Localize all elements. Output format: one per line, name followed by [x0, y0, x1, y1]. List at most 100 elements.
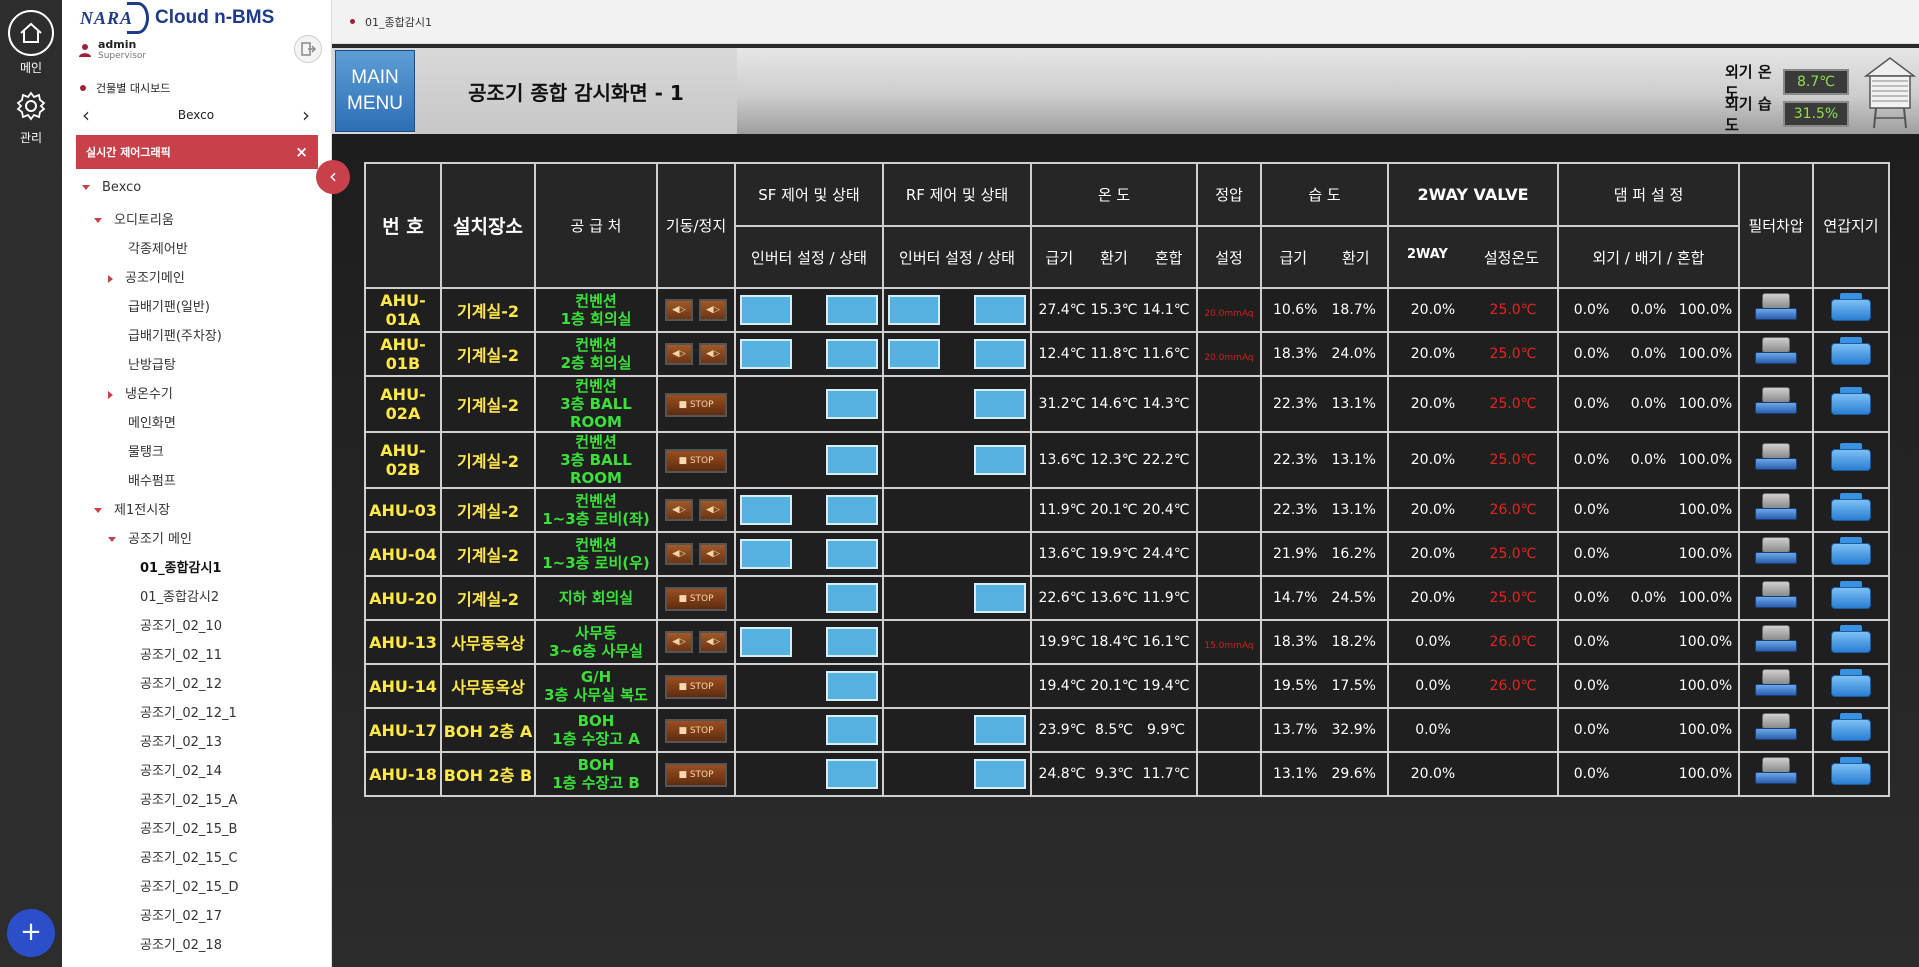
- home-nav[interactable]: 메인: [0, 10, 62, 76]
- filter-icon[interactable]: [1753, 623, 1799, 657]
- stop-button[interactable]: ■ STOP: [665, 448, 727, 473]
- filter-icon[interactable]: [1753, 711, 1799, 745]
- tree-item[interactable]: 각종제어반: [128, 238, 188, 257]
- filter-icon[interactable]: [1753, 291, 1799, 325]
- tree-item[interactable]: 오디토리움: [94, 209, 174, 228]
- humidifier-icon[interactable]: [1828, 335, 1874, 369]
- rf-inverter-status[interactable]: [974, 759, 1026, 789]
- tree-item[interactable]: 공조기_02_17: [140, 905, 222, 924]
- stop-button[interactable]: ◀▷: [699, 631, 727, 653]
- filter-icon[interactable]: [1753, 335, 1799, 369]
- sf-inverter-status[interactable]: [826, 759, 878, 789]
- rf-inverter-status[interactable]: [974, 445, 1026, 475]
- chevron-right-icon[interactable]: ›: [296, 103, 316, 127]
- tree-item[interactable]: 공조기_02_15_D: [140, 876, 238, 895]
- stop-button[interactable]: ■ STOP: [665, 674, 727, 699]
- tree-item[interactable]: 물탱크: [128, 441, 164, 460]
- chevron-left-icon[interactable]: ‹: [76, 103, 96, 127]
- filter-icon[interactable]: [1753, 491, 1799, 525]
- sf-inverter-setting[interactable]: [740, 339, 792, 369]
- tree-item[interactable]: 공조기_02_12_1: [140, 702, 237, 721]
- tree-item[interactable]: 공조기_02_11: [140, 644, 222, 663]
- tree-item[interactable]: 공조기_02_14: [140, 760, 222, 779]
- caret-down-icon[interactable]: [108, 537, 116, 542]
- main-menu-button[interactable]: MAIN MENU: [335, 50, 415, 132]
- sf-inverter-status[interactable]: [826, 583, 878, 613]
- start-button[interactable]: ◀▷: [665, 499, 693, 521]
- start-button[interactable]: ◀▷: [665, 631, 693, 653]
- rf-inverter-status[interactable]: [974, 339, 1026, 369]
- humidifier-icon[interactable]: [1828, 535, 1874, 569]
- filter-icon[interactable]: [1753, 667, 1799, 701]
- start-button[interactable]: ◀▷: [665, 543, 693, 565]
- add-button[interactable]: +: [7, 909, 55, 957]
- logout-button[interactable]: [294, 35, 322, 63]
- humidifier-icon[interactable]: [1828, 291, 1874, 325]
- humidifier-icon[interactable]: [1828, 579, 1874, 613]
- collapse-sidebar-button[interactable]: ‹: [316, 160, 350, 194]
- filter-icon[interactable]: [1753, 535, 1799, 569]
- humidifier-icon[interactable]: [1828, 711, 1874, 745]
- sf-inverter-setting[interactable]: [740, 295, 792, 325]
- sf-inverter-status[interactable]: [826, 339, 878, 369]
- rf-inverter-setting[interactable]: [888, 339, 940, 369]
- rf-inverter-status[interactable]: [974, 389, 1026, 419]
- tree-item[interactable]: 공조기 메인: [108, 528, 192, 547]
- caret-down-icon[interactable]: [82, 185, 90, 190]
- tree-item[interactable]: 배수펌프: [128, 470, 176, 489]
- humidifier-icon[interactable]: [1828, 491, 1874, 525]
- close-icon[interactable]: ×: [295, 143, 308, 161]
- sf-inverter-setting[interactable]: [740, 627, 792, 657]
- start-button[interactable]: ◀▷: [665, 299, 693, 321]
- tree-item[interactable]: 공조기_02_15_B: [140, 818, 237, 837]
- tree-item[interactable]: 제1전시장: [94, 499, 170, 518]
- tree-item[interactable]: 공조기_02_12: [140, 673, 222, 692]
- tree-item[interactable]: 공조기_02_15_A: [140, 789, 237, 808]
- rf-inverter-status[interactable]: [974, 715, 1026, 745]
- sf-inverter-status[interactable]: [826, 445, 878, 475]
- rf-inverter-status[interactable]: [974, 583, 1026, 613]
- tree-item[interactable]: 01_종합감시2: [140, 586, 219, 605]
- realtime-graphic-tab[interactable]: 실시간 제어그래픽 ×: [76, 135, 318, 169]
- tree-item[interactable]: 공조기_02_10: [140, 615, 222, 634]
- tree-item[interactable]: 난방급탕: [128, 354, 176, 373]
- tree-item[interactable]: 공조기_02_15_C: [140, 847, 238, 866]
- tree-item[interactable]: Bexco: [82, 180, 141, 195]
- tree-item[interactable]: 공조기_02_18: [140, 934, 222, 953]
- tree-item[interactable]: 공조기_02_13: [140, 731, 222, 750]
- sf-inverter-status[interactable]: [826, 495, 878, 525]
- sf-inverter-status[interactable]: [826, 627, 878, 657]
- humidifier-icon[interactable]: [1828, 667, 1874, 701]
- sf-inverter-status[interactable]: [826, 539, 878, 569]
- sf-inverter-status[interactable]: [826, 295, 878, 325]
- stop-button[interactable]: ◀▷: [699, 499, 727, 521]
- sf-inverter-status[interactable]: [826, 715, 878, 745]
- sf-inverter-status[interactable]: [826, 671, 878, 701]
- caret-down-icon[interactable]: [94, 508, 102, 513]
- stop-button[interactable]: ■ STOP: [665, 392, 727, 417]
- stop-button[interactable]: ◀▷: [699, 343, 727, 365]
- sf-inverter-setting[interactable]: [740, 539, 792, 569]
- tree-item[interactable]: 급배기팬(주차장): [128, 325, 222, 344]
- tree-item[interactable]: 급배기팬(일반): [128, 296, 210, 315]
- rf-inverter-status[interactable]: [974, 295, 1026, 325]
- stop-button[interactable]: ◀▷: [699, 543, 727, 565]
- tree-item[interactable]: 냉온수기: [108, 383, 173, 402]
- dashboard-link[interactable]: 건물별 대시보드: [80, 80, 170, 96]
- caret-right-icon[interactable]: [108, 390, 113, 399]
- stop-button[interactable]: ■ STOP: [665, 586, 727, 611]
- filter-icon[interactable]: [1753, 441, 1799, 475]
- stop-button[interactable]: ■ STOP: [665, 762, 727, 787]
- filter-icon[interactable]: [1753, 385, 1799, 419]
- humidifier-icon[interactable]: [1828, 755, 1874, 789]
- tree-item[interactable]: 01_종합감시1: [140, 557, 221, 576]
- filter-icon[interactable]: [1753, 755, 1799, 789]
- rf-inverter-setting[interactable]: [888, 295, 940, 325]
- sf-inverter-setting[interactable]: [740, 495, 792, 525]
- sf-inverter-status[interactable]: [826, 389, 878, 419]
- caret-down-icon[interactable]: [94, 218, 102, 223]
- filter-icon[interactable]: [1753, 579, 1799, 613]
- tree-item[interactable]: 공조기메인: [108, 267, 185, 286]
- humidifier-icon[interactable]: [1828, 385, 1874, 419]
- caret-right-icon[interactable]: [108, 274, 113, 283]
